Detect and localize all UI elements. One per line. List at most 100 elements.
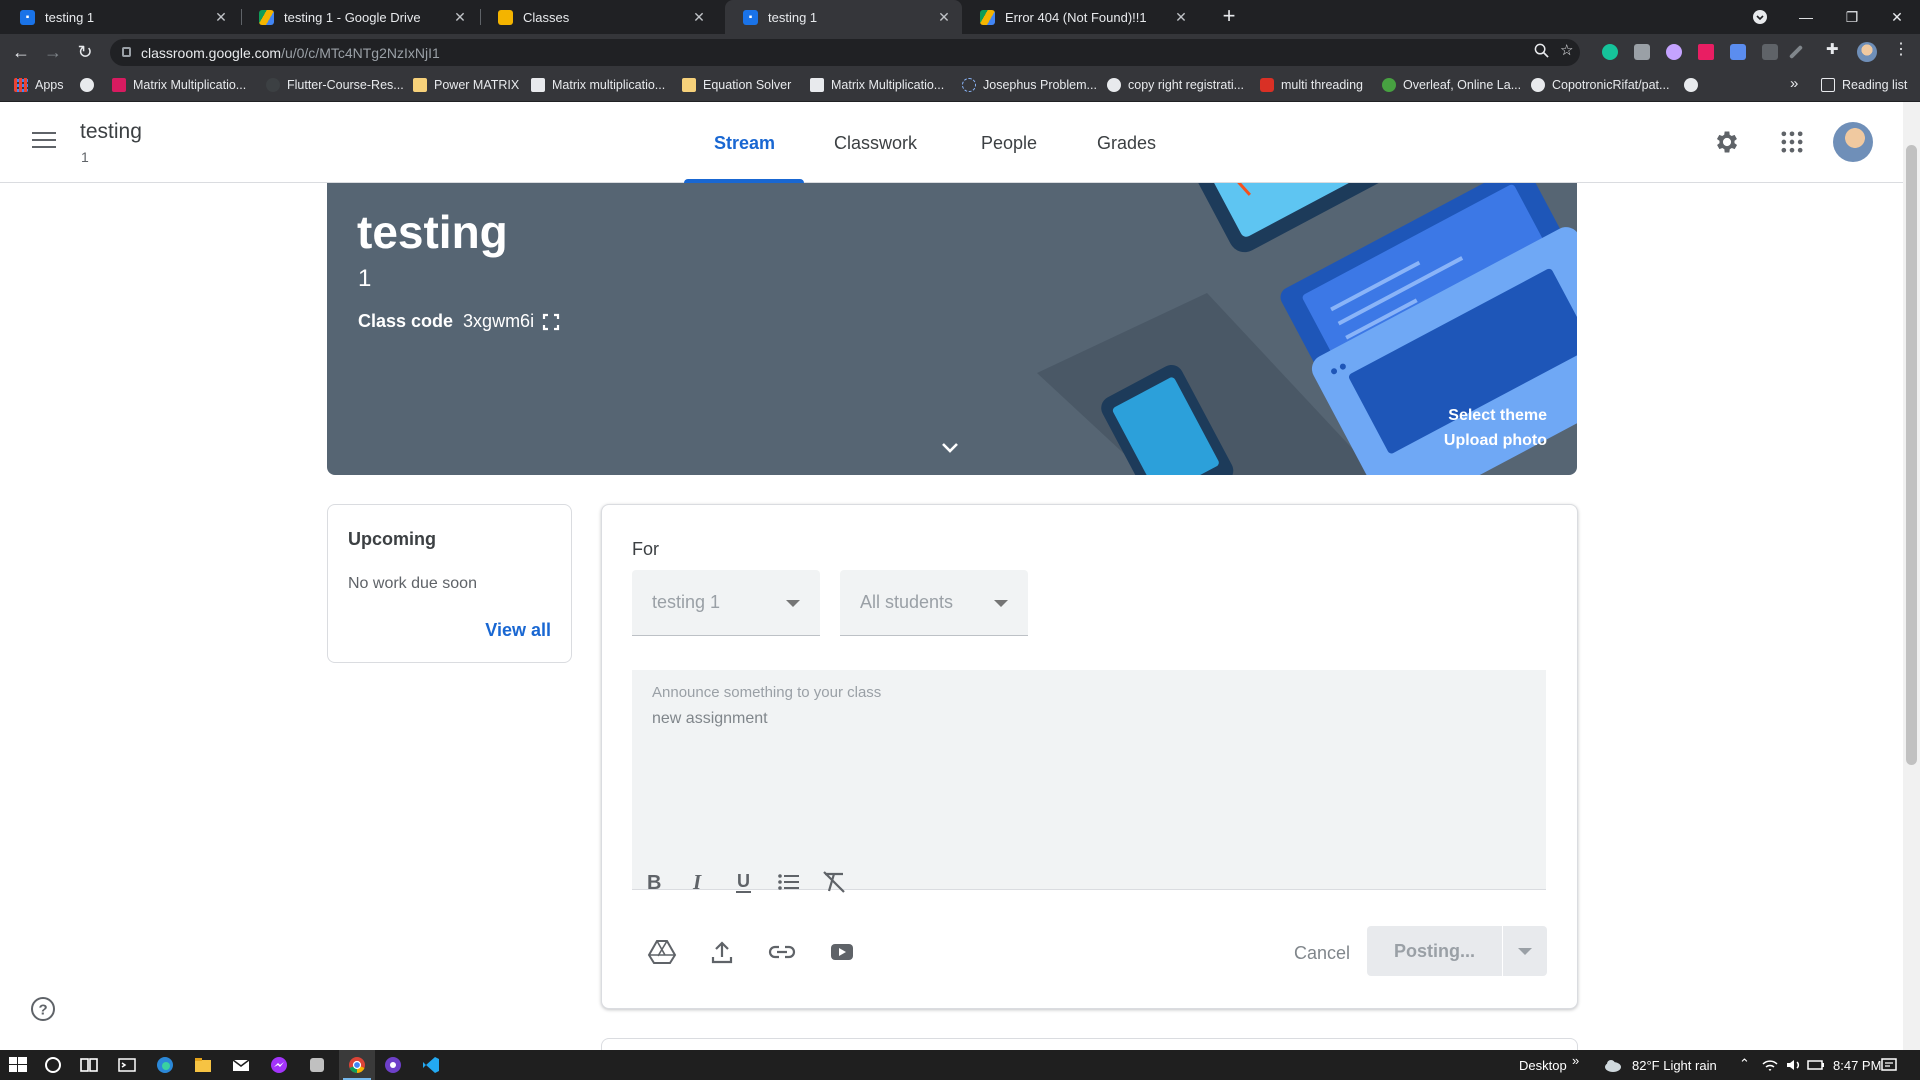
scrollbar-thumb[interactable]	[1906, 145, 1917, 765]
browser-tab[interactable]: testing 1 - Google Drive ✕	[241, 0, 478, 34]
account-avatar[interactable]	[1833, 122, 1873, 162]
pen-extension-icon[interactable]	[1788, 44, 1804, 60]
battery-icon[interactable]	[1806, 1055, 1826, 1075]
bookmark-item[interactable]: Josephus Problem...	[962, 78, 1097, 92]
bookmark-item[interactable]	[80, 78, 101, 92]
select-theme-link[interactable]: Select theme	[1448, 407, 1547, 425]
clear-formatting-icon[interactable]	[820, 868, 848, 896]
terminal-icon[interactable]	[117, 1055, 137, 1075]
announcement-textarea[interactable]: Announce something to your class new ass…	[632, 670, 1546, 894]
upload-photo-link[interactable]: Upload photo	[1444, 432, 1547, 450]
desktop-toolbar-label[interactable]: Desktop	[1519, 1058, 1567, 1073]
menu-kebab-icon[interactable]: ⋮	[1893, 39, 1909, 58]
cancel-button[interactable]: Cancel	[1262, 931, 1382, 975]
screen-extension-icon[interactable]	[1762, 44, 1778, 60]
app-icon[interactable]	[307, 1055, 327, 1075]
forward-icon[interactable]: →	[42, 41, 64, 63]
bookmark-item[interactable]: CopotronicRifat/pat...	[1531, 78, 1669, 92]
edge-browser-icon[interactable]	[155, 1055, 175, 1075]
header-class-name[interactable]: testing	[80, 120, 142, 144]
app-icon[interactable]	[383, 1055, 403, 1075]
bulleted-list-icon[interactable]	[775, 868, 803, 896]
bookmarks-overflow-icon[interactable]: »	[1790, 75, 1798, 92]
close-icon[interactable]: ✕	[691, 9, 707, 26]
bookmark-item[interactable]: Matrix Multiplicatio...	[112, 78, 246, 92]
tab-stream[interactable]: Stream	[714, 133, 775, 154]
messenger-icon[interactable]	[269, 1055, 289, 1075]
view-all-link[interactable]: View all	[485, 620, 551, 641]
minimize-icon[interactable]: —	[1783, 0, 1829, 34]
tray-chevron-up-icon[interactable]: ⌃	[1739, 1056, 1750, 1072]
tab-grades[interactable]: Grades	[1097, 133, 1156, 154]
browser-tab[interactable]: Error 404 (Not Found)!!1 ✕	[962, 0, 1199, 34]
bookmark-item[interactable]: Overleaf, Online La...	[1382, 78, 1521, 92]
chevron-down-icon[interactable]	[939, 437, 961, 459]
back-icon[interactable]: ←	[10, 41, 32, 63]
restore-icon[interactable]: ❐	[1829, 0, 1875, 34]
vscode-icon[interactable]	[421, 1055, 441, 1075]
bookmark-item[interactable]: Power MATRIX	[413, 78, 519, 92]
close-icon[interactable]: ✕	[936, 9, 952, 26]
apps-bookmark[interactable]: Apps	[14, 78, 64, 92]
youtube-icon[interactable]	[827, 937, 857, 967]
bookmark-item[interactable]: Flutter-Course-Res...	[266, 78, 404, 92]
toolbar-expand-icon[interactable]: »	[1572, 1053, 1579, 1068]
address-bar[interactable]: classroom.google.com/u/0/c/MTc4NTg2NzIxN…	[110, 39, 1580, 66]
download-extension-icon[interactable]	[1730, 44, 1746, 60]
extensions-puzzle-icon[interactable]: ✚	[1826, 40, 1842, 58]
clock-time[interactable]: 8:47 PM	[1833, 1058, 1881, 1073]
link-icon[interactable]	[767, 937, 797, 967]
notifications-icon[interactable]	[1879, 1055, 1899, 1075]
extension-icon[interactable]	[1666, 44, 1682, 60]
grammarly-extension-icon[interactable]	[1602, 44, 1618, 60]
mail-icon[interactable]	[231, 1055, 251, 1075]
tab-classwork[interactable]: Classwork	[834, 133, 917, 154]
italic-icon[interactable]: I	[685, 868, 713, 896]
file-explorer-icon[interactable]	[193, 1055, 213, 1075]
settings-gear-icon[interactable]	[1713, 128, 1741, 156]
close-window-icon[interactable]: ✕	[1874, 0, 1920, 34]
windows-start-icon[interactable]	[8, 1055, 28, 1075]
upload-icon[interactable]	[707, 937, 737, 967]
weather-text[interactable]: 82°F Light rain	[1632, 1058, 1717, 1073]
browser-tab-active[interactable]: ▪ testing 1 ✕	[725, 0, 962, 34]
task-view-icon[interactable]	[79, 1055, 99, 1075]
search-icon[interactable]	[43, 1055, 63, 1075]
bookmark-star-icon[interactable]: ☆	[1560, 41, 1573, 59]
underline-icon[interactable]: U	[730, 868, 758, 896]
bookmark-item[interactable]: Matrix Multiplicatio...	[810, 78, 944, 92]
close-icon[interactable]: ✕	[452, 9, 468, 26]
bookmark-item[interactable]: copy right registrati...	[1107, 78, 1244, 92]
taskbar-active-app[interactable]	[339, 1050, 375, 1080]
play-extension-icon[interactable]	[1698, 44, 1714, 60]
google-drive-icon[interactable]	[647, 937, 677, 967]
reload-icon[interactable]: ↻	[74, 41, 96, 63]
bookmark-item[interactable]: Equation Solver	[682, 78, 791, 92]
students-select[interactable]: All students	[840, 570, 1028, 636]
bookmark-item[interactable]: multi threading	[1260, 78, 1363, 92]
new-tab-icon[interactable]: +	[1216, 4, 1242, 30]
tab-search-icon[interactable]	[1737, 0, 1783, 34]
textarea-value[interactable]: new assignment	[652, 710, 768, 728]
bookmark-item[interactable]: Matrix multiplicatio...	[531, 78, 665, 92]
volume-icon[interactable]	[1784, 1055, 1804, 1075]
chrome-icon[interactable]	[347, 1055, 367, 1075]
close-icon[interactable]: ✕	[213, 9, 229, 26]
browser-tab[interactable]: ▪ testing 1 ✕	[2, 0, 239, 34]
profile-avatar[interactable]	[1857, 42, 1877, 62]
reading-list-button[interactable]: Reading list	[1821, 78, 1907, 92]
class-select[interactable]: testing 1	[632, 570, 820, 636]
bold-icon[interactable]: B	[640, 868, 668, 896]
browser-tab[interactable]: Classes ✕	[480, 0, 717, 34]
fullscreen-icon[interactable]	[542, 313, 560, 331]
address-url[interactable]: classroom.google.com/u/0/c/MTc4NTg2NzIxN…	[141, 45, 440, 61]
main-menu-icon[interactable]	[32, 132, 56, 153]
tab-people[interactable]: People	[981, 133, 1037, 154]
bookmark-item[interactable]	[1684, 78, 1705, 92]
wifi-icon[interactable]	[1760, 1055, 1780, 1075]
help-icon[interactable]: ?	[30, 996, 56, 1022]
post-button[interactable]: Posting...	[1367, 926, 1502, 976]
google-apps-icon[interactable]	[1778, 128, 1806, 156]
zoom-icon[interactable]	[1534, 43, 1549, 62]
camera-extension-icon[interactable]	[1634, 44, 1650, 60]
